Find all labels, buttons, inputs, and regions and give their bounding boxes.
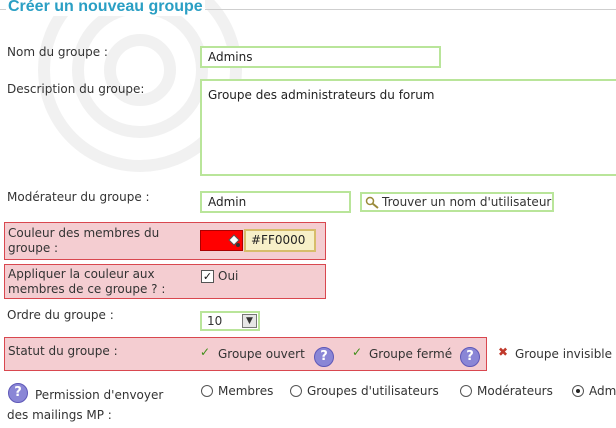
permission-admins-option[interactable]: Adm (589, 384, 616, 398)
group-name-label: Nom du groupe : (7, 45, 108, 59)
apply-color-option-label: Oui (218, 269, 239, 283)
group-description-label: Description du groupe: (7, 82, 145, 96)
group-description-textarea[interactable]: Groupe des administrateurs du forum (200, 79, 616, 176)
radio-icon[interactable] (290, 385, 302, 397)
permission-groups-option[interactable]: Groupes d'utilisateurs (307, 384, 439, 398)
check-icon: ✓ (200, 345, 211, 359)
group-moderator-input[interactable]: Admin (200, 191, 351, 213)
color-swatch-button[interactable] (200, 230, 243, 251)
status-open-option[interactable]: Groupe ouvert (218, 347, 305, 361)
permission-members-option[interactable]: Membres (218, 384, 273, 398)
group-order-label: Ordre du groupe : (7, 308, 114, 322)
group-color-label: Couleur des membres du groupe : (8, 226, 160, 255)
group-order-select[interactable]: 10 ▼ (200, 311, 260, 331)
paint-bucket-icon (228, 234, 240, 247)
help-icon[interactable]: ? (314, 347, 334, 367)
find-username-label: Trouver un nom d'utilisateur (382, 195, 552, 209)
magnifier-icon (365, 196, 379, 209)
apply-color-label: Appliquer la couleur aux membres de ce g… (8, 267, 166, 296)
page-title: Créer un nouveau groupe (6, 0, 205, 16)
status-invisible-option[interactable]: Groupe invisible (515, 347, 612, 361)
find-username-button[interactable]: Trouver un nom d'utilisateur (360, 192, 554, 212)
apply-color-checkbox[interactable]: ✓ (201, 270, 214, 283)
radio-icon[interactable] (201, 385, 213, 397)
group-status-label: Statut du groupe : (8, 344, 118, 358)
apply-color-row-highlight: Appliquer la couleur aux membres de ce g… (4, 264, 326, 299)
permission-moderators-option[interactable]: Modérateurs (477, 384, 553, 398)
chevron-down-icon[interactable]: ▼ (242, 314, 257, 328)
help-icon[interactable]: ? (460, 347, 480, 367)
group-order-value: 10 (207, 314, 223, 328)
color-hex-input[interactable]: #FF0000 (244, 229, 316, 252)
radio-icon[interactable] (572, 385, 584, 397)
permission-label: Permission d'envoyer des mailings MP : (7, 388, 164, 422)
x-icon: ✖ (498, 345, 509, 359)
group-moderator-label: Modérateur du groupe : (7, 190, 150, 204)
check-icon: ✓ (352, 345, 363, 359)
radio-icon[interactable] (460, 385, 472, 397)
group-name-input[interactable]: Admins (200, 46, 441, 68)
status-closed-option[interactable]: Groupe fermé (369, 347, 452, 361)
